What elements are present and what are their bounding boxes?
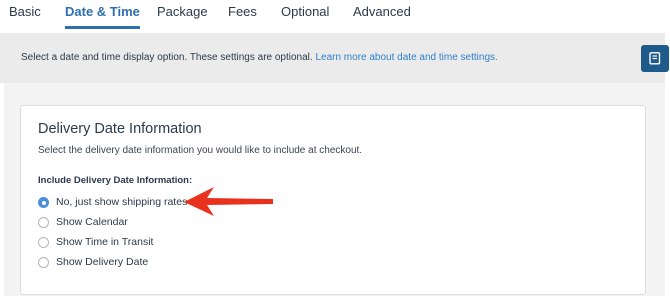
card-description: Select the delivery date information you… xyxy=(38,145,363,156)
radio-button[interactable] xyxy=(38,237,49,248)
tab-bar: Basic Date & Time Package Fees Optional … xyxy=(0,0,670,33)
learn-more-link[interactable]: Learn more about date and time settings. xyxy=(315,52,497,63)
banner-message: Select a date and time display option. T… xyxy=(21,52,498,63)
book-icon xyxy=(649,52,661,65)
radio-button-checked[interactable] xyxy=(38,197,49,208)
tab-basic[interactable]: Basic xyxy=(9,5,41,29)
radio-label: No, just show shipping rates xyxy=(56,196,188,208)
banner-text: Select a date and time display option. T… xyxy=(21,52,313,63)
field-label: Include Delivery Date Information: xyxy=(38,175,193,186)
radio-label: Show Delivery Date xyxy=(56,256,149,268)
tab-package[interactable]: Package xyxy=(157,5,208,29)
tab-date-time[interactable]: Date & Time xyxy=(65,5,140,29)
radio-label: Show Calendar xyxy=(56,216,128,228)
tab-fees[interactable]: Fees xyxy=(228,5,257,29)
tab-optional[interactable]: Optional xyxy=(281,5,329,29)
red-arrow-annotation xyxy=(184,187,273,216)
radio-button[interactable] xyxy=(38,217,49,228)
card-title: Delivery Date Information xyxy=(38,121,202,137)
help-button[interactable] xyxy=(641,45,669,72)
info-banner: Select a date and time display option. T… xyxy=(0,33,665,83)
radio-label: Show Time in Transit xyxy=(56,236,154,248)
radio-button[interactable] xyxy=(38,257,49,268)
tab-advanced[interactable]: Advanced xyxy=(353,5,411,29)
